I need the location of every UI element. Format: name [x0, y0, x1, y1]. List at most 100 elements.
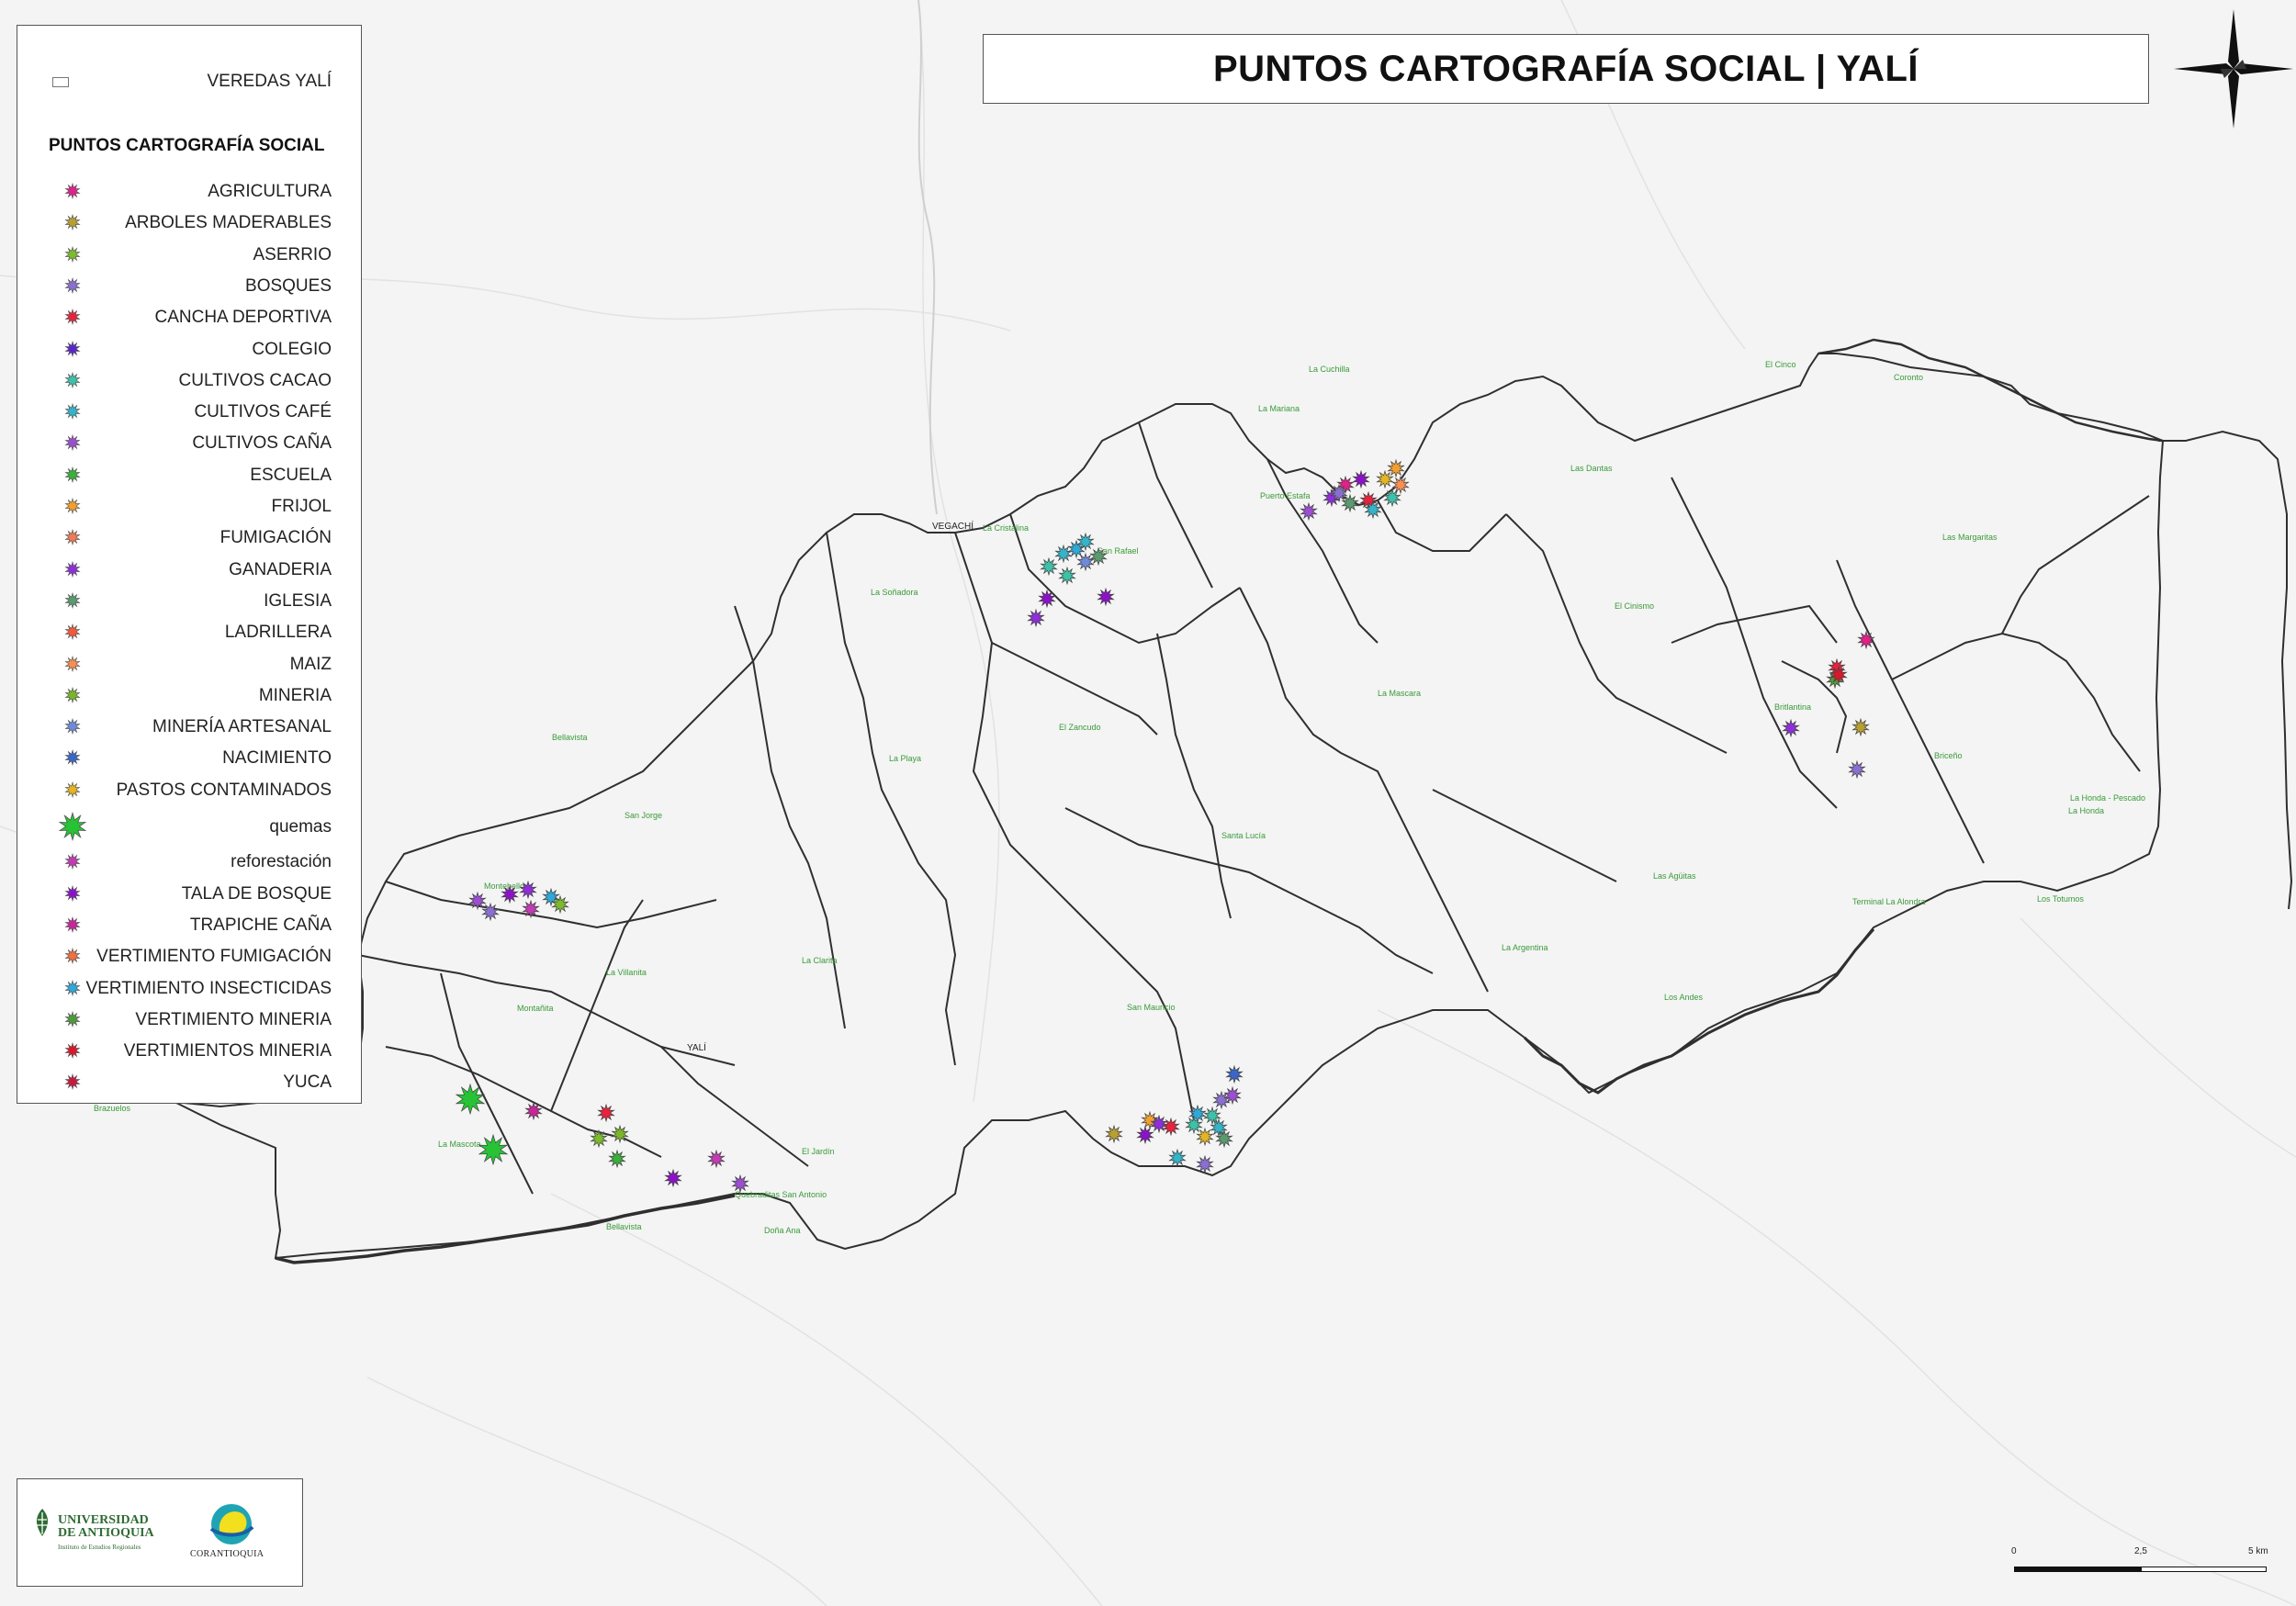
map-point-star[interactable]	[478, 1133, 509, 1166]
legend-heading: PUNTOS CARTOGRAFÍA SOCIAL	[49, 136, 325, 155]
legend-item-label: BOSQUES	[245, 275, 332, 296]
scale-tick-2-5: 2,5	[2134, 1546, 2147, 1556]
place-label: El Cinismo	[1615, 601, 1654, 611]
place-label: La Honda - Pescado	[2070, 793, 2145, 803]
legend-item-label: YUCA	[283, 1073, 332, 1093]
map-point-star[interactable]	[1196, 1127, 1214, 1147]
udea-emblem-icon	[36, 1509, 49, 1536]
legend-star-icon	[64, 781, 81, 798]
legend-star-icon	[64, 915, 81, 933]
map-point-star[interactable]	[1058, 566, 1076, 586]
map-point-star[interactable]	[1376, 469, 1394, 489]
legend-star-icon	[64, 655, 81, 672]
udea-name: UNIVERSIDAD DE ANTIOQUIA	[58, 1514, 154, 1540]
map-point-star[interactable]	[1851, 717, 1870, 737]
place-label: Montebello	[484, 882, 524, 891]
legend-star-icon	[64, 529, 81, 546]
legend-star-icon	[64, 434, 81, 452]
map-title-box: PUNTOS CARTOGRAFÍA SOCIAL | YALÍ	[983, 34, 2149, 104]
udea-logo: UNIVERSIDAD DE ANTIOQUIA Instituto de Es…	[30, 1507, 154, 1551]
map-point-star[interactable]	[1168, 1148, 1187, 1168]
place-label: La Playa	[889, 754, 921, 763]
map-point-star[interactable]	[1352, 469, 1370, 489]
legend-star-icon	[64, 1042, 81, 1060]
map-point-star[interactable]	[1383, 488, 1401, 508]
place-label: La Mascara	[1378, 689, 1421, 698]
legend-item-label: PASTOS CONTAMINADOS	[116, 780, 332, 800]
map-point-star[interactable]	[1387, 458, 1405, 478]
map-point-star[interactable]	[597, 1103, 615, 1123]
legend-item: CULTIVOS CAFÉ	[17, 399, 361, 426]
corantioquia-logo-icon	[209, 1504, 254, 1544]
legend-star-icon	[64, 403, 81, 421]
map-point-star[interactable]	[707, 1149, 726, 1169]
river-boundary	[1818, 338, 2164, 443]
map-point-star[interactable]	[1225, 1064, 1244, 1084]
place-label: La Cristalina	[983, 523, 1029, 533]
map-point-star[interactable]	[1136, 1125, 1154, 1145]
map-point-star[interactable]	[1040, 556, 1058, 577]
legend-star-icon	[64, 853, 81, 870]
udea-name-line1: UNIVERSIDAD	[58, 1513, 149, 1527]
place-label: San Mauricio	[1127, 1003, 1176, 1012]
legend-item-label: TRAPICHE CAÑA	[189, 915, 332, 935]
place-label: Brazuelos	[94, 1104, 131, 1113]
legend-item: FRIJOL	[17, 493, 361, 521]
legend-item: VERTIMIENTOS MINERIA	[17, 1038, 361, 1065]
legend-item-label: CANCHA DEPORTIVA	[154, 308, 332, 328]
legend-item-label: GANADERIA	[229, 559, 332, 579]
legend-item-label: FRIJOL	[271, 497, 332, 516]
legend-item: CULTIVOS CACAO	[17, 367, 361, 395]
legend-item: YUCA	[17, 1069, 361, 1096]
legend-item: ARBOLES MADERABLES	[17, 209, 361, 237]
legend-item-label: LADRILLERA	[224, 623, 332, 643]
map-point-star[interactable]	[1300, 501, 1318, 522]
legend-star-icon	[64, 371, 81, 388]
map-point-star[interactable]	[1076, 552, 1095, 572]
legend-star-icon	[64, 686, 81, 703]
map-point-star[interactable]	[1105, 1124, 1123, 1144]
legend-star-icon	[64, 245, 81, 263]
map-point-star[interactable]	[1391, 475, 1410, 495]
north-arrow-icon	[2174, 9, 2293, 129]
veredas-boundaries	[174, 353, 2293, 1260]
logos-box: UNIVERSIDAD DE ANTIOQUIA Instituto de Es…	[17, 1478, 303, 1587]
place-label: La Mariana	[1258, 404, 1300, 413]
map-point-star[interactable]	[1054, 544, 1073, 564]
legend-item-label: MINERÍA ARTESANAL	[152, 717, 332, 737]
legend-item: NACIMIENTO	[17, 745, 361, 772]
map-point-star[interactable]	[481, 902, 500, 922]
veredas-swatch	[52, 77, 69, 87]
corantioquia-label: CORANTIOQUIA	[190, 1549, 264, 1559]
legend-item-label: MAIZ	[289, 654, 332, 674]
place-label: YALÍ	[687, 1041, 706, 1053]
map-point-star[interactable]	[1027, 608, 1045, 628]
legend-veredas-label: VEREDAS YALÍ	[207, 72, 332, 91]
udea-name-line2: DE ANTIOQUIA	[58, 1526, 154, 1540]
place-label: Briceño	[1934, 751, 1963, 760]
map-point-star[interactable]	[1848, 759, 1866, 780]
map-point-star[interactable]	[664, 1168, 682, 1188]
place-label: La Cuchilla	[1309, 365, 1350, 374]
river	[917, 0, 938, 515]
place-label: El Zancudo	[1059, 723, 1101, 732]
map-point-star[interactable]	[1782, 718, 1800, 738]
place-label: San Jorge	[625, 811, 662, 820]
legend-item-label: NACIMIENTO	[222, 748, 332, 769]
legend-item: ESCUELA	[17, 462, 361, 489]
place-label: Los Totumos	[2037, 894, 2084, 904]
legend-item: MINERIA	[17, 682, 361, 710]
legend-item: MINERÍA ARTESANAL	[17, 713, 361, 741]
place-label: La Villanita	[606, 968, 647, 977]
legend-star-icon	[64, 276, 81, 294]
map-title: PUNTOS CARTOGRAFÍA SOCIAL | YALÍ	[1212, 48, 1919, 89]
place-label: La Clarita	[802, 956, 838, 965]
legend-item: FUMIGACIÓN	[17, 524, 361, 552]
legend-item-label: CULTIVOS CAÑA	[192, 433, 332, 454]
southeast-river	[1523, 928, 1875, 1095]
legend-item-label: COLEGIO	[252, 339, 332, 359]
legend-item: MAIZ	[17, 651, 361, 679]
place-label: Bellavista	[552, 733, 588, 742]
place-label: El Jardín	[802, 1147, 835, 1156]
map-point-star[interactable]	[1097, 587, 1115, 607]
